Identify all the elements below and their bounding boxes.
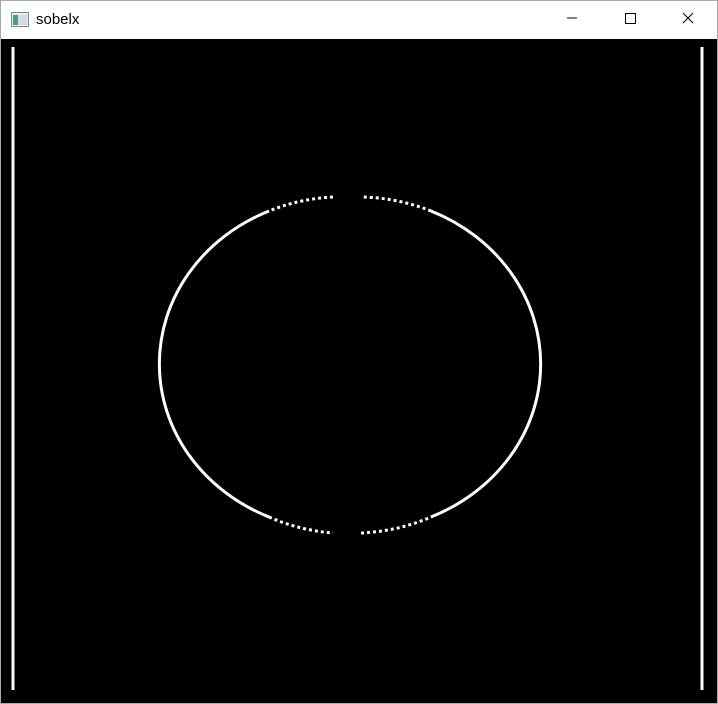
close-icon (682, 11, 694, 29)
minimize-button[interactable] (543, 1, 601, 39)
circle-top-left-dots (268, 195, 334, 213)
circle-left-arc (157, 209, 270, 519)
minimize-icon (566, 11, 578, 29)
circle-top-right-dots (360, 195, 432, 213)
circle-bottom-right-dots (360, 515, 432, 535)
image-canvas (1, 39, 717, 703)
circle-bottom-left-dots (268, 515, 334, 535)
window-title: sobelx (36, 11, 80, 28)
circle-right-arc (430, 209, 543, 519)
app-icon (11, 12, 29, 27)
close-button[interactable] (659, 1, 717, 39)
maximize-icon (624, 11, 636, 29)
sobel-edge-image (11, 47, 704, 690)
app-window: sobelx (0, 0, 718, 704)
maximize-button[interactable] (601, 1, 659, 39)
title-bar[interactable]: sobelx (1, 1, 717, 39)
